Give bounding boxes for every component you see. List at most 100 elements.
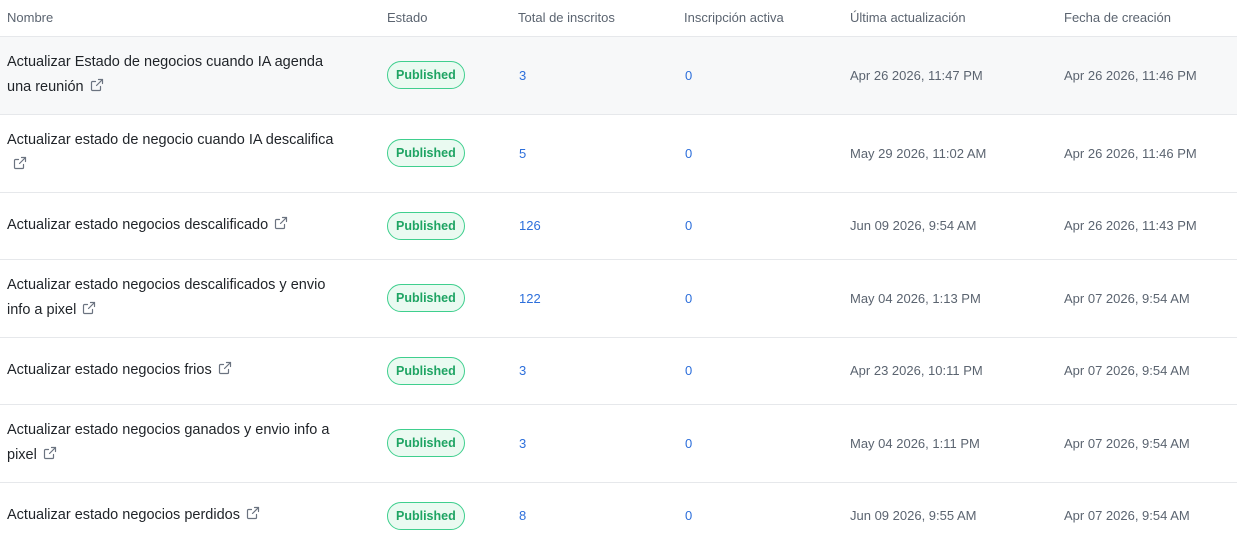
created-date: Apr 07 2026, 9:54 AM xyxy=(1064,363,1190,378)
table-row[interactable]: Actualizar estado negocios descalificado… xyxy=(0,192,1237,260)
workflow-name-wrap: Actualizar estado negocios descalificado xyxy=(7,213,347,238)
table-row[interactable]: Actualizar estado negocios ganados y env… xyxy=(0,404,1237,483)
created-date: Apr 07 2026, 9:54 AM xyxy=(1064,290,1190,306)
cell-created: Apr 07 2026, 9:54 AM xyxy=(1057,404,1237,483)
cell-active: 0 xyxy=(677,114,843,193)
cell-name: Actualizar estado negocios perdidos xyxy=(0,482,380,549)
cell-status: Published xyxy=(380,259,511,338)
active-enrollment-link[interactable]: 0 xyxy=(685,363,692,378)
column-header-total[interactable]: Total de inscritos xyxy=(511,0,677,37)
active-enrollment-link[interactable]: 0 xyxy=(685,436,692,451)
cell-updated: Jun 09 2026, 9:55 AM xyxy=(843,482,1057,549)
total-enrolled-link[interactable]: 8 xyxy=(519,508,526,523)
workflow-name-link[interactable]: Actualizar estado negocios frios xyxy=(7,362,212,378)
created-date: Apr 07 2026, 9:54 AM xyxy=(1064,508,1190,524)
cell-active: 0 xyxy=(677,192,843,260)
cell-name: Actualizar estado de negocio cuando IA d… xyxy=(0,114,380,193)
cell-total: 5 xyxy=(511,114,677,193)
active-enrollment-link[interactable]: 0 xyxy=(685,218,692,233)
cell-status: Published xyxy=(380,482,511,549)
active-enrollment-link[interactable]: 0 xyxy=(685,291,692,306)
cell-updated: Jun 09 2026, 9:54 AM xyxy=(843,192,1057,260)
total-enrolled-link[interactable]: 3 xyxy=(519,68,526,83)
updated-date: May 04 2026, 1:13 PM xyxy=(850,290,981,306)
status-badge: Published xyxy=(387,61,465,89)
active-enrollment-link[interactable]: 0 xyxy=(685,146,692,161)
cell-name: Actualizar estado negocios frios xyxy=(0,337,380,405)
external-link-icon[interactable] xyxy=(274,216,288,230)
cell-name: Actualizar Estado de negocios cuando IA … xyxy=(0,36,380,115)
cell-total: 122 xyxy=(511,259,677,338)
cell-created: Apr 26 2026, 11:43 PM xyxy=(1057,192,1237,260)
column-header-name[interactable]: Nombre xyxy=(0,0,380,37)
created-date: Apr 26 2026, 11:43 PM xyxy=(1064,218,1197,233)
cell-created: Apr 07 2026, 9:54 AM xyxy=(1057,337,1237,405)
cell-active: 0 xyxy=(677,337,843,405)
workflow-name-wrap: Actualizar estado negocios ganados y env… xyxy=(7,418,347,468)
workflow-name-wrap: Actualizar estado negocios perdidos xyxy=(7,503,347,528)
status-badge: Published xyxy=(387,429,465,457)
workflow-name-wrap: Actualizar estado negocios frios xyxy=(7,358,347,383)
total-enrolled-link[interactable]: 3 xyxy=(519,363,526,378)
updated-date: May 04 2026, 1:11 PM xyxy=(850,435,980,451)
cell-status: Published xyxy=(380,114,511,193)
cell-active: 0 xyxy=(677,482,843,549)
cell-active: 0 xyxy=(677,404,843,483)
workflow-name-link[interactable]: Actualizar Estado de negocios cuando IA … xyxy=(7,54,323,95)
column-header-created[interactable]: Fecha de creación xyxy=(1057,0,1237,37)
cell-status: Published xyxy=(380,404,511,483)
column-header-active[interactable]: Inscripción activa xyxy=(677,0,843,37)
cell-total: 8 xyxy=(511,482,677,549)
column-header-status[interactable]: Estado xyxy=(380,0,511,37)
table-row[interactable]: Actualizar estado negocios descalificado… xyxy=(0,259,1237,338)
external-link-icon[interactable] xyxy=(90,78,104,92)
cell-status: Published xyxy=(380,337,511,405)
table-row[interactable]: Actualizar estado negocios perdidos Publi… xyxy=(0,482,1237,549)
table-row[interactable]: Actualizar estado negocios frios Publishe… xyxy=(0,337,1237,405)
cell-created: Apr 26 2026, 11:46 PM xyxy=(1057,114,1237,193)
workflow-name-link[interactable]: Actualizar estado negocios perdidos xyxy=(7,507,240,523)
total-enrolled-link[interactable]: 122 xyxy=(519,291,541,306)
total-enrolled-link[interactable]: 3 xyxy=(519,436,526,451)
cell-active: 0 xyxy=(677,36,843,115)
status-badge: Published xyxy=(387,284,465,312)
external-link-icon[interactable] xyxy=(246,506,260,520)
active-enrollment-link[interactable]: 0 xyxy=(685,68,692,83)
cell-created: Apr 26 2026, 11:46 PM xyxy=(1057,36,1237,115)
updated-date: May 29 2026, 11:02 AM xyxy=(850,145,987,161)
cell-status: Published xyxy=(380,36,511,115)
workflow-name-wrap: Actualizar estado de negocio cuando IA d… xyxy=(7,128,347,178)
table-row[interactable]: Actualizar Estado de negocios cuando IA … xyxy=(0,36,1237,115)
status-badge: Published xyxy=(387,501,465,530)
workflow-name-link[interactable]: Actualizar estado negocios descalificado… xyxy=(7,277,325,318)
updated-date: Jun 09 2026, 9:54 AM xyxy=(850,218,977,233)
total-enrolled-link[interactable]: 126 xyxy=(519,218,541,233)
created-date: Apr 26 2026, 11:46 PM xyxy=(1064,67,1197,83)
table-row[interactable]: Actualizar estado de negocio cuando IA d… xyxy=(0,114,1237,193)
updated-date: Jun 09 2026, 9:55 AM xyxy=(850,508,977,524)
cell-total: 3 xyxy=(511,337,677,405)
workflow-name-wrap: Actualizar estado negocios descalificado… xyxy=(7,273,347,323)
cell-name: Actualizar estado negocios ganados y env… xyxy=(0,404,380,483)
external-link-icon[interactable] xyxy=(43,446,57,460)
external-link-icon[interactable] xyxy=(218,361,232,375)
updated-date: Apr 26 2026, 11:47 PM xyxy=(850,67,983,83)
cell-created: Apr 07 2026, 9:54 AM xyxy=(1057,259,1237,338)
header-row: Nombre Estado Total de inscritos Inscrip… xyxy=(0,0,1237,37)
cell-total: 3 xyxy=(511,36,677,115)
created-date: Apr 07 2026, 9:54 AM xyxy=(1064,435,1190,451)
workflow-name-wrap: Actualizar Estado de negocios cuando IA … xyxy=(7,50,347,100)
cell-updated: May 29 2026, 11:02 AM xyxy=(843,114,1057,193)
cell-updated: May 04 2026, 1:13 PM xyxy=(843,259,1057,338)
external-link-icon[interactable] xyxy=(13,156,27,170)
table-body: Actualizar Estado de negocios cuando IA … xyxy=(0,36,1237,549)
cell-status: Published xyxy=(380,192,511,260)
column-header-updated[interactable]: Última actualización xyxy=(843,0,1057,37)
status-badge: Published xyxy=(387,139,465,167)
total-enrolled-link[interactable]: 5 xyxy=(519,146,526,161)
external-link-icon[interactable] xyxy=(82,301,96,315)
workflow-name-link[interactable]: Actualizar estado negocios descalificado xyxy=(7,217,268,233)
updated-date: Apr 23 2026, 10:11 PM xyxy=(850,363,983,378)
active-enrollment-link[interactable]: 0 xyxy=(685,508,692,523)
workflow-name-link[interactable]: Actualizar estado de negocio cuando IA d… xyxy=(7,132,333,148)
